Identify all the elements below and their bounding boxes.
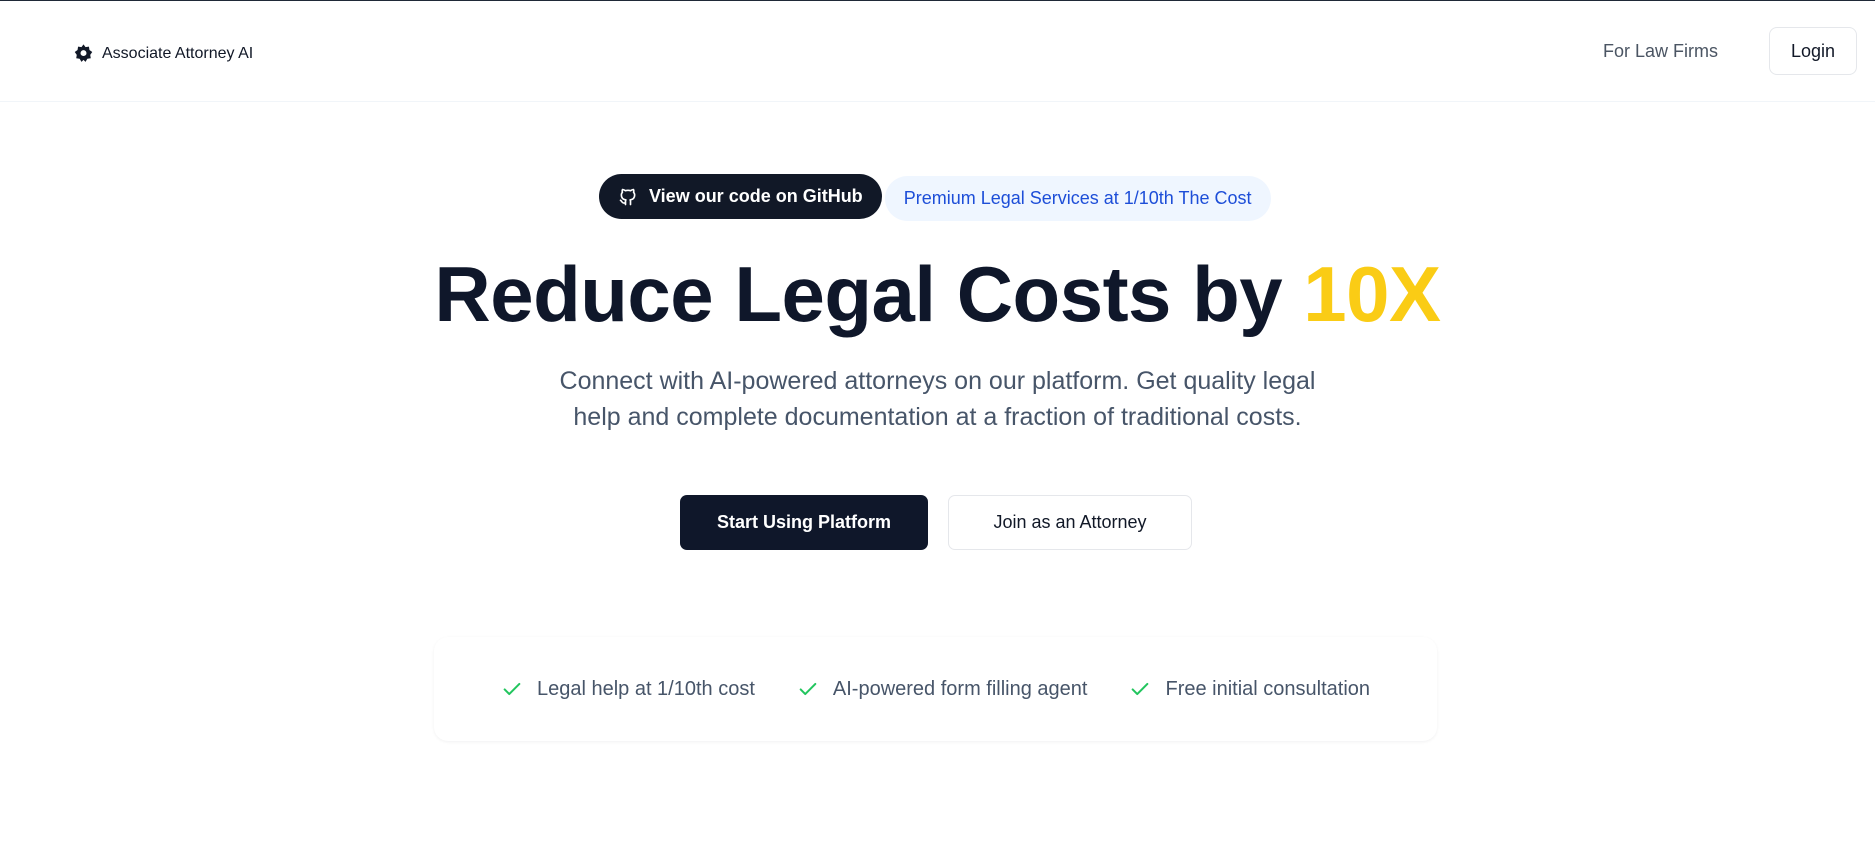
feature-item: Legal help at 1/10th cost: [501, 678, 755, 701]
cta-row: Start Using Platform Join as an Attorney: [680, 495, 1192, 550]
feature-item: AI-powered form filling agent: [797, 677, 1088, 701]
login-button[interactable]: Login: [1769, 27, 1857, 75]
top-navigation: Associate Attorney AI For Law Firms Logi…: [0, 1, 1875, 102]
brand-logo[interactable]: Associate Attorney AI: [73, 43, 253, 64]
headline-main: Reduce Legal Costs by: [434, 250, 1304, 338]
promo-badge: Premium Legal Services at 1/10th The Cos…: [884, 176, 1271, 221]
feature-list: Legal help at 1/10th cost AI-powered for…: [434, 637, 1437, 741]
join-as-attorney-button[interactable]: Join as an Attorney: [948, 495, 1192, 550]
start-using-platform-button[interactable]: Start Using Platform: [680, 495, 928, 550]
github-button-label: View our code on GitHub: [649, 186, 863, 206]
feature-label: AI-powered form filling agent: [832, 677, 1088, 700]
feature-label: Free initial consultation: [1165, 677, 1371, 700]
badge-row: View our code on GitHub Premium Legal Se…: [599, 172, 1271, 221]
hero-subtitle: Connect with AI-powered attorneys on our…: [0, 363, 1875, 435]
gear-star-icon: [73, 43, 94, 64]
subtitle-line-1: Connect with AI-powered attorneys on our…: [559, 367, 1316, 395]
feature-item: Free initial consultation: [1129, 678, 1370, 701]
brand-name: Associate Attorney AI: [102, 44, 254, 62]
check-icon: [501, 678, 523, 700]
github-button[interactable]: View our code on GitHub: [599, 174, 882, 219]
check-icon: [1129, 678, 1151, 700]
github-icon: [618, 187, 638, 207]
hero-headline: Reduce Legal Costs by 10X: [0, 255, 1875, 333]
check-icon: [797, 678, 819, 700]
nav-link-for-law-firms[interactable]: For Law Firms: [1603, 41, 1718, 62]
feature-label: Legal help at 1/10th cost: [536, 677, 755, 700]
subtitle-line-2: help and complete documentation at a fra…: [573, 403, 1302, 431]
headline-accent: 10X: [1303, 250, 1441, 338]
